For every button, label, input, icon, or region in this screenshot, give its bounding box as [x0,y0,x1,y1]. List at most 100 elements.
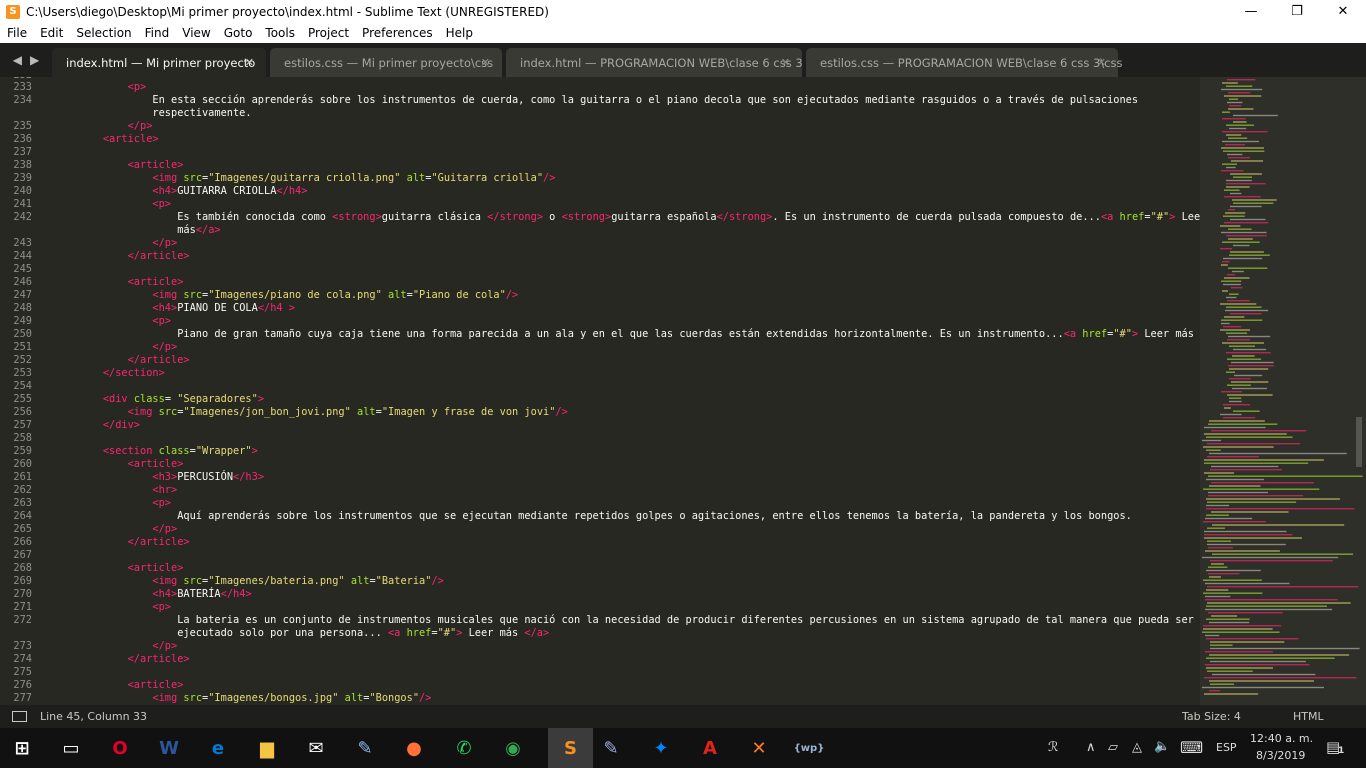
code-line[interactable]: En esta sección aprenderás sobre los ins… [78,94,1138,106]
tab-back-icon[interactable]: ◀ [13,53,22,67]
code-line[interactable]: <article> [78,679,184,691]
menu-preferences[interactable]: Preferences [357,26,438,40]
code-line[interactable]: <h3>PERCUSIÓN</h3> [78,471,264,483]
code-view[interactable]: <p> En esta sección aprenderás sobre los… [66,77,1200,705]
menu-view[interactable]: View [177,26,215,40]
taskbar-edge-icon[interactable]: e [204,734,232,762]
taskbar-messenger-icon[interactable]: ✦ [647,734,675,762]
code-line[interactable]: <p> [78,198,171,210]
taskbar-xampp-icon[interactable]: ✕ [745,734,773,762]
taskbar-wamp-icon[interactable]: {wp} [794,734,825,762]
code-line[interactable]: <section class="Wrapper"> [78,445,258,457]
taskbar-editor-icon[interactable]: ✎ [597,734,625,762]
taskbar-word-icon[interactable]: W [155,734,183,762]
keyboard-icon[interactable]: ⌨ [1180,738,1203,757]
line-number: 239 [13,172,32,184]
clock-date[interactable]: 8/3/2019 [1256,749,1305,762]
code-line[interactable]: <p> [78,601,171,613]
panel-toggle-icon[interactable] [12,711,27,722]
code-line[interactable]: <p> [78,81,147,93]
code-line[interactable]: <h4>BATERÍA</h4> [78,588,251,600]
code-line[interactable]: </article> [78,354,190,366]
code-line[interactable]: </p> [78,120,153,132]
taskbar-firefox-icon[interactable]: ● [400,734,428,762]
code-line[interactable]: <p> [78,497,171,509]
language-indicator[interactable]: ESP [1216,741,1237,754]
code-line[interactable]: <article> [78,562,184,574]
code-line[interactable]: ejecutado solo por una persona... <a hre… [78,627,549,639]
code-line[interactable]: </article> [78,250,190,262]
code-line[interactable]: </p> [78,640,177,652]
menu-goto[interactable]: Goto [219,26,258,40]
taskbar-start-icon[interactable]: ⊞ [8,734,36,762]
code-line[interactable]: </p> [78,523,177,535]
taskbar-paint-icon[interactable]: ✎ [351,734,379,762]
code-line[interactable]: Es también conocida como <strong>guitarr… [78,211,1200,223]
code-line[interactable]: <img src="Imagenes/guitarra criolla.png"… [78,172,555,184]
code-line[interactable]: <h4>PIANO DE COLA</h4 > [78,302,295,314]
tab-close-icon[interactable]: ✕ [781,56,790,69]
minimize-button[interactable]: — [1228,0,1274,23]
taskbar-whatsapp-icon[interactable]: ✆ [450,734,478,762]
code-line[interactable]: </article> [78,653,190,665]
network-icon[interactable]: ▱ [1108,740,1118,755]
code-line[interactable]: </section> [78,367,165,379]
menu-find[interactable]: Find [140,26,175,40]
tab-close-icon[interactable]: ✕ [245,56,254,69]
menu-selection[interactable]: Selection [71,26,136,40]
minimap[interactable] [1200,77,1366,705]
code-line[interactable]: <hr> [78,484,177,496]
code-line[interactable]: <p> [78,315,171,327]
menu-edit[interactable]: Edit [35,26,68,40]
close-window-button[interactable]: ✕ [1320,0,1366,23]
taskbar-mail-icon[interactable]: ✉ [302,734,330,762]
taskbar-sublime-icon[interactable]: S [548,728,593,768]
people-icon[interactable]: ℛ [1048,740,1058,755]
code-line[interactable]: <article> [78,159,184,171]
code-line[interactable]: </p> [78,341,177,353]
taskbar-task-view-icon[interactable]: ▭ [57,734,85,762]
code-line[interactable]: La bateria es un conjunto de instrumento… [78,614,1194,626]
tab-index-html-clase6[interactable]: index.html — PROGRAMACION WEB\clase 6 cs… [506,48,803,77]
code-line[interactable]: <img src="Imagenes/bongos.jpg" alt="Bong… [78,692,431,704]
syntax-selector[interactable]: HTML [1293,710,1324,723]
menu-project[interactable]: Project [303,26,354,40]
tab-forward-icon[interactable]: ▶ [30,53,39,67]
code-line[interactable]: <article> [78,458,184,470]
tab-estilos-css[interactable]: estilos.css — Mi primer proyecto\css ✕ [270,48,502,77]
chevron-up-icon[interactable]: ∧ [1086,740,1096,755]
menu-file[interactable]: File [2,26,32,40]
minimap-line [1205,664,1310,666]
tab-close-icon[interactable]: ✕ [481,56,490,69]
code-line[interactable]: <div class= "Separadores"> [78,393,264,405]
code-line[interactable]: </div> [78,419,140,431]
code-line[interactable]: <img src="Imagenes/piano de cola.png" al… [78,289,518,301]
line-number: 270 [13,588,32,600]
clock-time[interactable]: 12:40 a. m. [1250,732,1313,745]
code-line[interactable]: Aquí aprenderás sobre los instrumentos q… [78,510,1132,522]
code-line[interactable]: respectivamente. [78,107,251,119]
tab-close-icon[interactable]: ✕ [1097,56,1106,69]
menu-help[interactable]: Help [441,26,478,40]
tab-estilos-css-clase6[interactable]: estilos.css — PROGRAMACION WEB\clase 6 c… [806,48,1122,77]
code-line[interactable]: </article> [78,536,190,548]
tab-index-html[interactable]: index.html — Mi primer proyecto ✕ [52,48,266,77]
volume-icon[interactable]: 🔈 [1154,739,1170,754]
code-line[interactable]: <article> [78,276,184,288]
code-line[interactable]: </p> [78,237,177,249]
taskbar-file-explorer-icon[interactable]: ▆ [253,734,281,762]
editor-area[interactable]: 232 233234235236237238239240241242243244… [0,77,1366,705]
tab-size-selector[interactable]: Tab Size: 4 [1182,710,1241,723]
taskbar-acrobat-icon[interactable]: A [696,734,724,762]
wifi-icon[interactable]: ◬ [1132,740,1142,755]
taskbar-opera-icon[interactable]: O [106,734,134,762]
menu-tools[interactable]: Tools [260,26,300,40]
code-line[interactable]: <img src="Imagenes/jon_bon_jovi.png" alt… [78,406,568,418]
maximize-button[interactable]: ❐ [1274,0,1320,23]
code-line[interactable]: <article> [78,133,159,145]
taskbar-chrome-icon[interactable]: ◉ [499,734,527,762]
code-line[interactable]: Piano de gran tamaño cuya caja tiene una… [78,328,1200,340]
code-line[interactable]: más</a> [78,224,220,236]
code-line[interactable]: <h4>GUITARRA CRIOLLA</h4> [78,185,307,197]
code-line[interactable]: <img src="Imagenes/bateria.png" alt="Bat… [78,575,443,587]
